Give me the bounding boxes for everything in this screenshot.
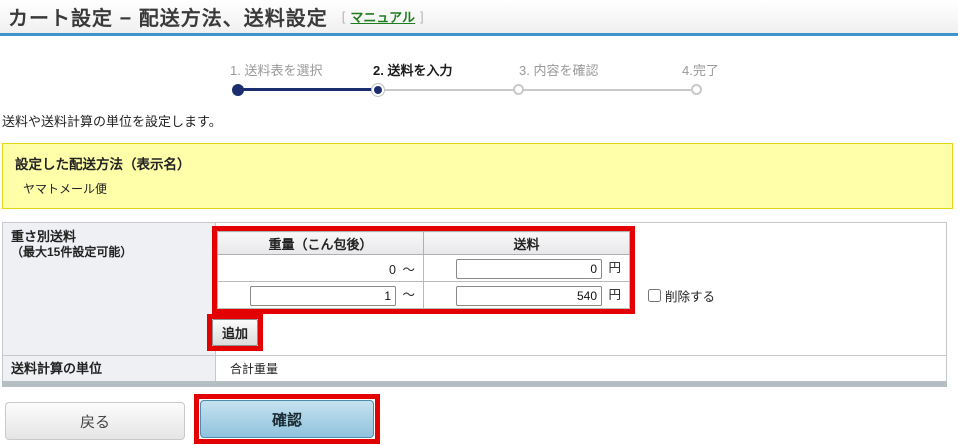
calc-unit-row-header: 送料計算の単位 (3, 356, 216, 381)
weight-cell-2: ～ (217, 281, 424, 309)
fee-cell-1: 円 (423, 254, 630, 282)
cart-settings-page: カート設定 − 配送方法、送料設定 [ マニュアル ] 1. 送料表を選択 2.… (0, 0, 958, 445)
shipping-method-box: 設定した配送方法（表示名） ヤマトメール便 (2, 143, 953, 209)
weight-from-value: 0 (389, 262, 396, 277)
step-segment-upcoming (378, 89, 698, 91)
fee-table-row-1: 0 ～ 円 (217, 254, 630, 282)
step-label-1: 1. 送料表を選択 (230, 63, 323, 78)
table-bottom-shadow (2, 381, 947, 387)
shipping-method-box-title: 設定した配送方法（表示名） (15, 157, 191, 172)
fee-input-1[interactable] (456, 258, 602, 279)
fee-unit-1: 円 (608, 261, 621, 276)
tilde-1: ～ (402, 262, 415, 277)
weight-fee-label: 重さ別送料 (11, 229, 77, 244)
step-dot-1 (232, 84, 244, 96)
step-label-3: 3. 内容を確認 (519, 63, 599, 78)
weight-fee-sublabel: （最大15件設定可能） (11, 245, 133, 259)
bracket-open: [ (341, 9, 346, 24)
step-label-2: 2. 送料を入力 (373, 63, 453, 78)
fee-unit-2: 円 (608, 288, 621, 303)
step-dot-4 (691, 84, 702, 95)
weight-fee-row-header: 重さ別送料 （最大15件設定可能） (3, 223, 216, 355)
step-label-4: 4.完了 (682, 63, 719, 78)
intro-description: 送料や送料計算の単位を設定します。 (2, 114, 222, 129)
confirm-button[interactable]: 確認 (200, 400, 374, 438)
fee-input-2[interactable] (456, 285, 602, 306)
calc-unit-label: 送料計算の単位 (11, 360, 103, 376)
tilde-2: ～ (402, 288, 415, 303)
step-dot-3 (513, 84, 524, 95)
calc-unit-row: 送料計算の単位 合計重量 (3, 355, 946, 381)
back-button[interactable]: 戻る (5, 402, 185, 440)
delete-label: 削除する (665, 290, 716, 304)
delete-checkbox[interactable] (648, 289, 661, 302)
step-dot-2 (372, 84, 384, 96)
annotation-frame-confirm: 確認 (194, 394, 380, 444)
shipping-method-name: ヤマトメール便 (23, 182, 108, 196)
fee-table-header-row: 重量（こん包後） 送料 (217, 231, 630, 255)
delete-row-control: 削除する (648, 286, 715, 305)
fee-cell-2: 円 (423, 281, 630, 309)
calc-unit-value: 合計重量 (216, 356, 946, 381)
col-header-fee: 送料 (423, 231, 630, 255)
annotation-frame-add: 追加 (207, 314, 264, 351)
page-title: カート設定 − 配送方法、送料設定 (8, 8, 328, 30)
weight-input-2[interactable] (250, 285, 396, 306)
manual-link[interactable]: マニュアル (350, 7, 415, 26)
weight-cell-1: 0 ～ (217, 254, 424, 282)
fee-table-row-2: ～ 円 (217, 281, 630, 309)
bracket-close: ] (420, 9, 424, 24)
manual-link-wrap: [ マニュアル ] (342, 7, 424, 26)
fee-table: 重量（こん包後） 送料 0 ～ 円 ～ (217, 231, 630, 309)
step-segment-done (238, 88, 378, 91)
col-header-weight: 重量（こん包後） (217, 231, 424, 255)
annotation-frame-fee-table: 重量（こん包後） 送料 0 ～ 円 ～ (212, 226, 635, 314)
add-row-button[interactable]: 追加 (212, 319, 259, 346)
page-header: カート設定 − 配送方法、送料設定 [ マニュアル ] (0, 0, 958, 36)
